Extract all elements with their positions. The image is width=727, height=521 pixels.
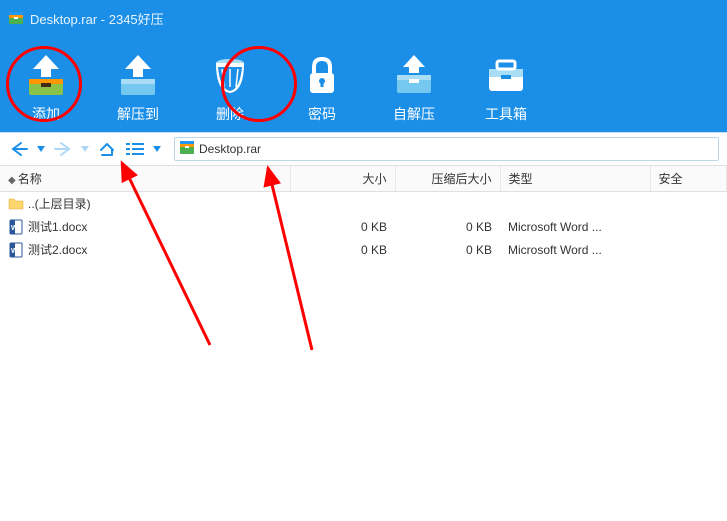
nav-view-dropdown[interactable] bbox=[152, 146, 162, 152]
file-size: 0 KB bbox=[290, 238, 395, 261]
window-title: Desktop.rar - 2345好压 bbox=[30, 9, 164, 28]
file-security bbox=[650, 215, 727, 238]
column-header-type-label: 类型 bbox=[509, 172, 533, 186]
nav-forward-dropdown[interactable] bbox=[80, 146, 90, 152]
toolbar-password-label: 密码 bbox=[308, 104, 336, 124]
docx-file-icon: W bbox=[8, 219, 24, 235]
file-name: 测试2.docx bbox=[28, 241, 87, 258]
main-toolbar: 添加 解压到 删除 bbox=[0, 36, 727, 132]
extract-icon bbox=[112, 52, 164, 98]
toolbox-icon bbox=[480, 52, 532, 98]
toolbar-extract-label: 解压到 bbox=[117, 104, 159, 124]
lock-icon bbox=[296, 52, 348, 98]
file-packed-size bbox=[395, 192, 500, 216]
file-type: Microsoft Word ... bbox=[500, 215, 650, 238]
nav-view-button[interactable] bbox=[124, 138, 146, 160]
file-type: Microsoft Word ... bbox=[500, 238, 650, 261]
file-packed-size: 0 KB bbox=[395, 238, 500, 261]
nav-up-button[interactable] bbox=[96, 138, 118, 160]
column-header-security-label: 安全 bbox=[659, 172, 683, 186]
trash-icon bbox=[204, 52, 256, 98]
svg-text:W: W bbox=[11, 248, 18, 255]
column-header-name-label: 名称 bbox=[18, 172, 42, 186]
folder-icon bbox=[8, 196, 24, 212]
file-name: ..(上层目录) bbox=[28, 195, 91, 212]
table-row[interactable]: W测试2.docx0 KB0 KBMicrosoft Word ... bbox=[0, 238, 727, 261]
sfx-icon bbox=[388, 52, 440, 98]
toolbar-delete-label: 删除 bbox=[216, 104, 244, 124]
nav-back-button[interactable] bbox=[8, 138, 30, 160]
add-archive-icon bbox=[20, 52, 72, 98]
file-list-pane: ◆名称 大小 压缩后大小 类型 安全 ..(上层目录) W 测试1.docx 0 KB… bbox=[0, 166, 727, 521]
column-header-size-label: 大小 bbox=[362, 172, 386, 186]
file-security bbox=[650, 192, 727, 216]
nav-forward-button[interactable] bbox=[52, 138, 74, 160]
table-row[interactable]: W测试1.docx0 KB0 KBMicrosoft Word ... bbox=[0, 215, 727, 238]
titlebar: Desktop.rar - 2345好压 bbox=[0, 0, 727, 36]
file-packed-size: 0 KB bbox=[395, 215, 500, 238]
toolbar-sfx-label: 自解压 bbox=[393, 104, 435, 124]
breadcrumb-current: Desktop.rar bbox=[199, 142, 261, 156]
column-header-type[interactable]: 类型 bbox=[500, 166, 650, 192]
column-header-size[interactable]: 大小 bbox=[290, 166, 395, 192]
toolbar-toolbox-button[interactable]: 工具箱 bbox=[474, 42, 538, 124]
navigation-bar: Desktop.rar bbox=[0, 132, 727, 166]
toolbar-sfx-button[interactable]: 自解压 bbox=[382, 42, 446, 124]
column-header-name[interactable]: ◆名称 bbox=[0, 166, 290, 192]
svg-text:W: W bbox=[11, 225, 18, 232]
docx-file-icon: W bbox=[8, 242, 24, 258]
breadcrumb-bar[interactable]: Desktop.rar bbox=[174, 137, 719, 161]
toolbar-add-label: 添加 bbox=[32, 104, 60, 124]
sort-asc-icon: ◆ bbox=[8, 175, 16, 186]
toolbar-add-button[interactable]: 添加 bbox=[14, 42, 78, 124]
app-archive-icon bbox=[8, 10, 24, 26]
file-size bbox=[290, 192, 395, 216]
table-row[interactable]: ..(上层目录) bbox=[0, 192, 727, 216]
toolbar-password-button[interactable]: 密码 bbox=[290, 42, 354, 124]
file-security bbox=[650, 238, 727, 261]
file-list-table: ◆名称 大小 压缩后大小 类型 安全 ..(上层目录) W 测试1.docx 0 KB… bbox=[0, 166, 727, 261]
file-type bbox=[500, 192, 650, 216]
file-size: 0 KB bbox=[290, 215, 395, 238]
column-header-packed[interactable]: 压缩后大小 bbox=[395, 166, 500, 192]
toolbar-extract-button[interactable]: 解压到 bbox=[106, 42, 170, 124]
column-header-packed-label: 压缩后大小 bbox=[431, 172, 491, 186]
nav-back-dropdown[interactable] bbox=[36, 146, 46, 152]
toolbar-toolbox-label: 工具箱 bbox=[485, 104, 527, 124]
file-name: 测试1.docx bbox=[28, 218, 87, 235]
toolbar-delete-button[interactable]: 删除 bbox=[198, 42, 262, 124]
column-header-security[interactable]: 安全 bbox=[650, 166, 727, 192]
archive-icon bbox=[179, 140, 195, 159]
